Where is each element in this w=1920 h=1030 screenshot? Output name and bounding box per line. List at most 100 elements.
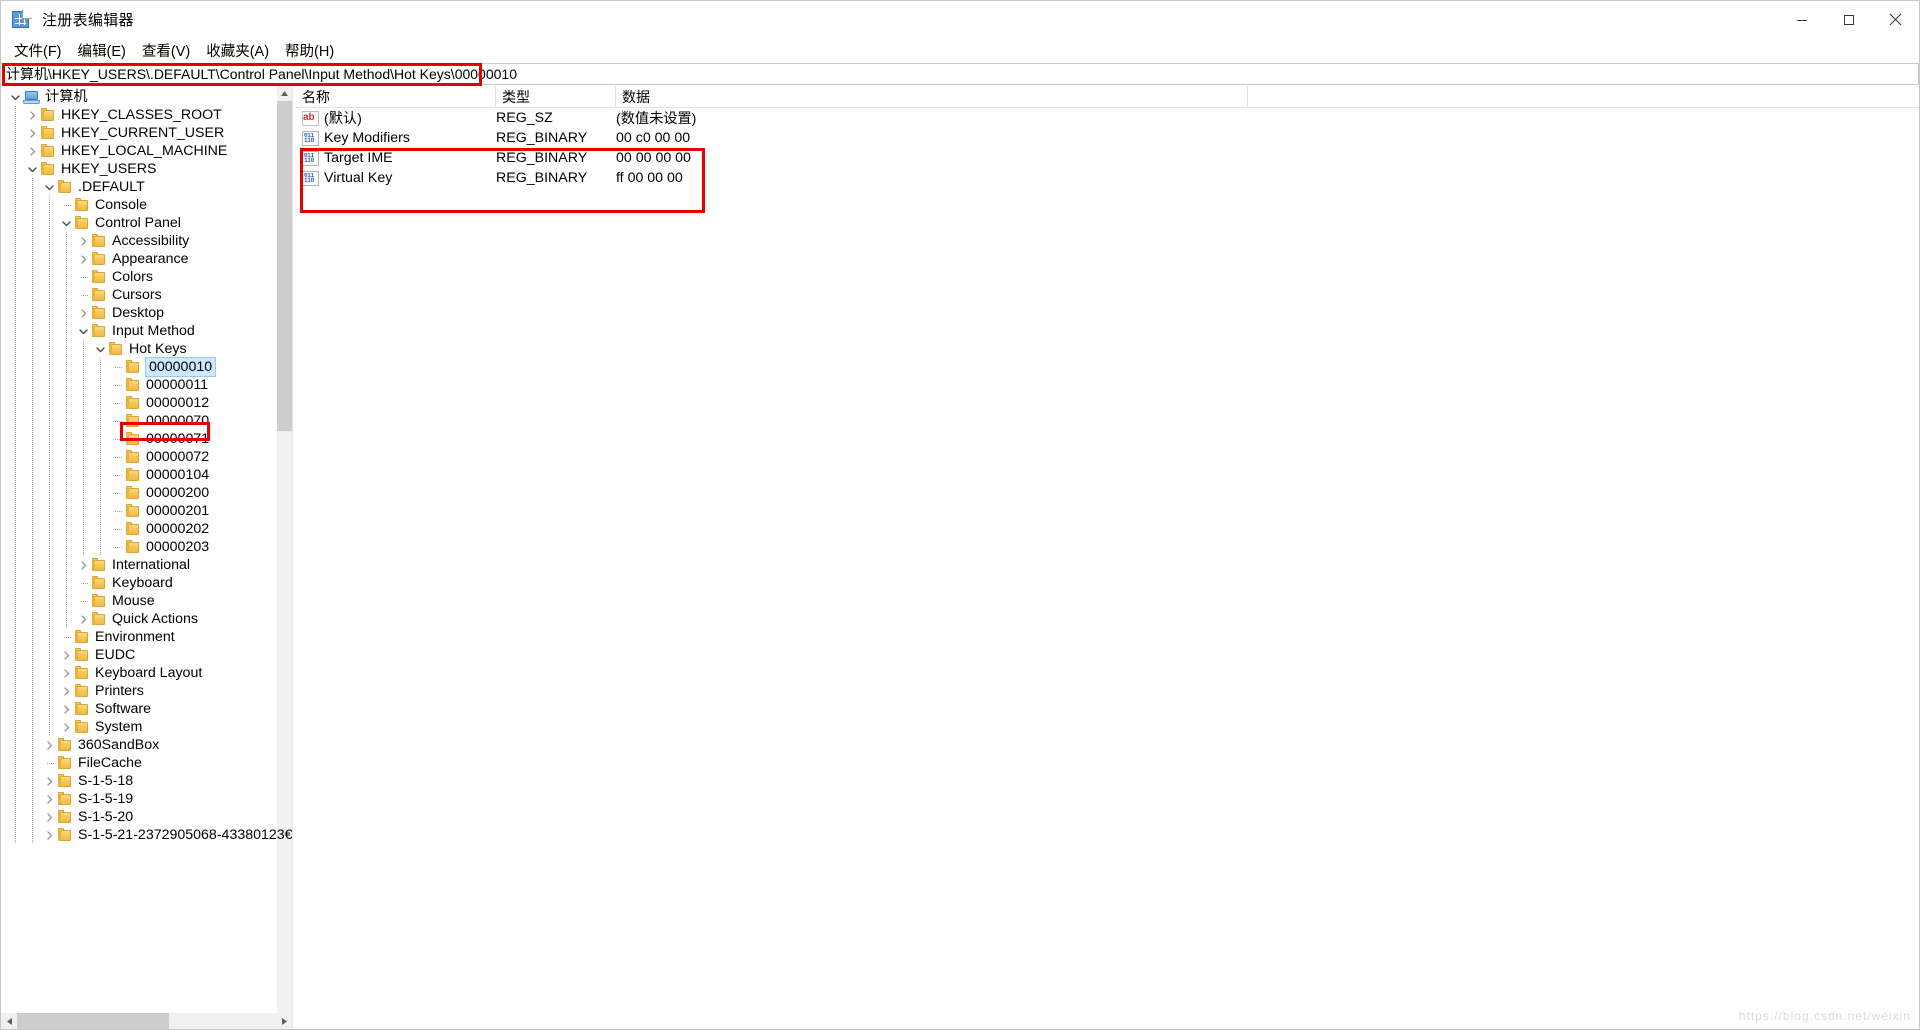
tree-leaf-spacer (58, 628, 74, 646)
tree-item[interactable]: 00000071 (1, 430, 292, 448)
maximize-button[interactable] (1825, 1, 1872, 38)
chevron-down-icon[interactable] (24, 160, 40, 178)
chevron-right-icon[interactable] (41, 736, 57, 754)
chevron-down-icon[interactable] (7, 88, 23, 106)
tree-item[interactable]: Printers (1, 682, 292, 700)
menu-item-help[interactable]: 帮助(H) (277, 38, 342, 64)
value-row[interactable]: 011 110 Key Modifiers REG_BINARY 00 c0 00 00 (296, 128, 1919, 148)
tree-item[interactable]: Hot Keys (1, 340, 292, 358)
chevron-right-icon[interactable] (75, 232, 91, 250)
chevron-right-icon[interactable] (41, 808, 57, 826)
tree-item[interactable]: 00000200 (1, 484, 292, 502)
tree-item-selected[interactable]: 00000010 (1, 357, 292, 377)
chevron-down-icon[interactable] (92, 340, 108, 358)
registry-editor-icon (12, 9, 32, 30)
tree-item[interactable]: S-1-5-19 (1, 790, 292, 808)
tree-leaf-spacer (109, 484, 125, 502)
tree-scroll-right-button[interactable] (276, 1013, 292, 1029)
column-header-type[interactable]: 类型 (496, 86, 616, 107)
chevron-right-icon[interactable] (24, 106, 40, 124)
tree-item[interactable]: 00000104 (1, 466, 292, 484)
value-row[interactable]: 011 110 Target IME REG_BINARY 00 00 00 00 (296, 148, 1919, 168)
tree-item-label: 00000200 (146, 485, 210, 501)
tree-item[interactable]: 00000012 (1, 394, 292, 412)
tree-hscroll-thumb[interactable] (17, 1013, 169, 1029)
chevron-right-icon[interactable] (24, 142, 40, 160)
chevron-down-icon[interactable] (41, 178, 57, 196)
tree-item[interactable]: Mouse (1, 592, 292, 610)
column-header-data[interactable]: 数据 (616, 86, 1248, 107)
chevron-right-icon[interactable] (24, 124, 40, 142)
tree-item[interactable]: S-1-5-20 (1, 808, 292, 826)
tree-item[interactable]: Environment (1, 628, 292, 646)
tree-item[interactable]: 360SandBox (1, 736, 292, 754)
tree-item-label: S-1-5-20 (78, 809, 134, 825)
tree-item[interactable]: Keyboard Layout (1, 664, 292, 682)
tree-item[interactable]: HKEY_USERS (1, 160, 292, 178)
chevron-right-icon[interactable] (58, 646, 74, 664)
tree-item[interactable]: S-1-5-21-2372905068-43380123€ (1, 826, 292, 844)
tree-item-label: Hot Keys (129, 341, 187, 357)
tree-item[interactable]: Control Panel (1, 214, 292, 232)
tree-item[interactable]: 00000202 (1, 520, 292, 538)
tree-item-label: HKEY_CLASSES_ROOT (61, 107, 222, 123)
tree-item[interactable]: Colors (1, 268, 292, 286)
tree-item[interactable]: FileCache (1, 754, 292, 772)
chevron-right-icon[interactable] (58, 664, 74, 682)
registry-tree[interactable]: 计算机 HKEY_CLASSES_ROOT HKEY_CURRENT_USER HKE… (1, 86, 292, 1013)
tree-item[interactable]: System (1, 718, 292, 736)
chevron-right-icon[interactable] (41, 790, 57, 808)
chevron-right-icon[interactable] (75, 556, 91, 574)
menu-item-edit[interactable]: 编辑(E) (70, 38, 134, 64)
tree-item[interactable]: Accessibility (1, 232, 292, 250)
menu-item-favorites[interactable]: 收藏夹(A) (198, 38, 277, 64)
tree-scroll-left-button[interactable] (1, 1013, 17, 1029)
minimize-button[interactable] (1778, 1, 1825, 38)
close-button[interactable] (1872, 1, 1919, 38)
tree-item[interactable]: 00000201 (1, 502, 292, 520)
tree-item[interactable]: 计算机 (1, 88, 292, 106)
chevron-right-icon[interactable] (75, 304, 91, 322)
chevron-right-icon[interactable] (58, 700, 74, 718)
chevron-right-icon[interactable] (41, 826, 57, 844)
tree-item[interactable]: 00000072 (1, 448, 292, 466)
tree-item[interactable]: Cursors (1, 286, 292, 304)
tree-item[interactable]: 00000203 (1, 538, 292, 556)
tree-item[interactable]: S-1-5-18 (1, 772, 292, 790)
tree-item[interactable]: .DEFAULT (1, 178, 292, 196)
tree-item[interactable]: Keyboard (1, 574, 292, 592)
chevron-right-icon[interactable] (58, 718, 74, 736)
value-name-label: (默认) (324, 111, 362, 127)
value-row[interactable]: (默认) REG_SZ (数值未设置) (296, 108, 1919, 128)
tree-item[interactable]: 00000011 (1, 376, 292, 394)
chevron-down-icon[interactable] (75, 322, 91, 340)
menu-item-view[interactable]: 查看(V) (134, 38, 198, 64)
tree-horizontal-scrollbar[interactable] (1, 1013, 292, 1029)
column-header-name[interactable]: 名称 (296, 86, 496, 107)
tree-item[interactable]: HKEY_LOCAL_MACHINE (1, 142, 292, 160)
chevron-right-icon[interactable] (58, 682, 74, 700)
column-header-extra[interactable] (1248, 86, 1919, 107)
tree-item[interactable]: International (1, 556, 292, 574)
folder-icon (125, 539, 141, 555)
tree-item[interactable]: Appearance (1, 250, 292, 268)
tree-item[interactable]: Input Method (1, 322, 292, 340)
folder-icon (91, 611, 107, 627)
tree-item[interactable]: HKEY_CURRENT_USER (1, 124, 292, 142)
tree-item[interactable]: 00000070 (1, 412, 292, 430)
chevron-right-icon[interactable] (41, 772, 57, 790)
tree-item[interactable]: Console (1, 196, 292, 214)
tree-item[interactable]: HKEY_CLASSES_ROOT (1, 106, 292, 124)
chevron-down-icon[interactable] (58, 214, 74, 232)
tree-item[interactable]: Quick Actions (1, 610, 292, 628)
address-bar-input[interactable]: 计算机\HKEY_USERS\.DEFAULT\Control Panel\In… (2, 63, 1919, 85)
tree-item[interactable]: Desktop (1, 304, 292, 322)
tree-hscroll-track[interactable] (17, 1013, 276, 1029)
tree-item[interactable]: Software (1, 700, 292, 718)
tree-item[interactable]: EUDC (1, 646, 292, 664)
chevron-right-icon[interactable] (75, 250, 91, 268)
menu-item-file[interactable]: 文件(F) (6, 38, 70, 64)
value-list-body[interactable]: (默认) REG_SZ (数值未设置) 011110 Key Modifiers REG_… (296, 108, 1919, 1029)
chevron-right-icon[interactable] (75, 610, 91, 628)
value-row[interactable]: 011 110 Virtual Key REG_BINARY ff 00 00 00 (296, 168, 1919, 188)
